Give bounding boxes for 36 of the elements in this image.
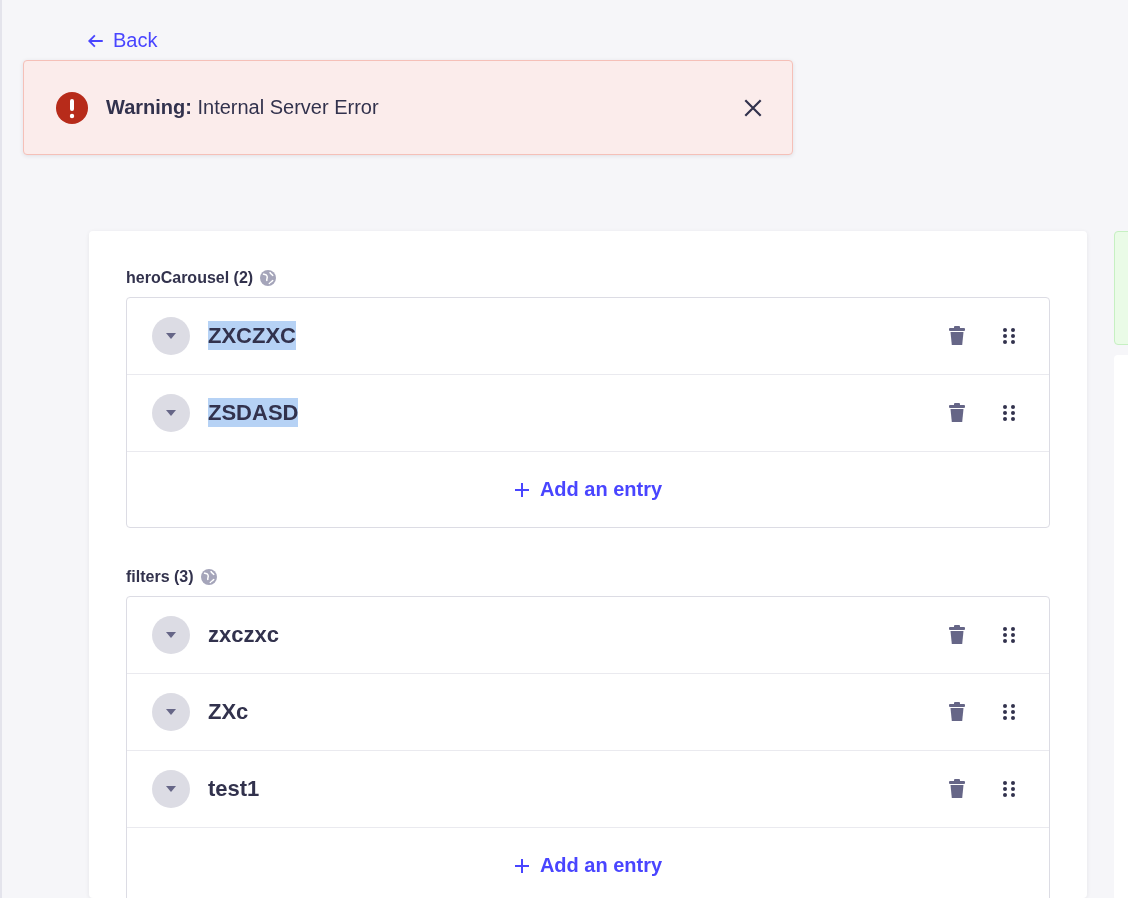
entry-title: test1 (208, 775, 260, 803)
entry-title: ZXCZXC (208, 321, 296, 350)
add-entry-link[interactable]: Add an entry (513, 854, 663, 877)
caret-down-icon (165, 708, 177, 716)
caret-down-icon (165, 631, 177, 639)
expand-button[interactable] (152, 616, 190, 654)
expand-button[interactable] (152, 770, 190, 808)
expand-button[interactable] (152, 394, 190, 432)
caret-down-icon (165, 409, 177, 417)
exclamation-icon (56, 91, 88, 124)
entry-title: ZXc (208, 698, 249, 726)
field-label: filters (3) (126, 568, 194, 586)
expand-button[interactable] (152, 317, 190, 355)
back-link[interactable]: Back (87, 29, 158, 52)
globe-icon (199, 568, 218, 586)
trash-icon (948, 326, 966, 346)
drag-icon (1002, 327, 1016, 345)
expand-button[interactable] (152, 693, 190, 731)
toast-message: Warning: Internal Server Error (106, 96, 380, 119)
trash-icon (948, 702, 966, 722)
plus-icon (513, 857, 530, 874)
drag-icon (1002, 404, 1016, 422)
trash-icon (948, 403, 966, 423)
add-entry-link[interactable]: Add an entry (513, 478, 663, 501)
entry-title: zxczxc (208, 621, 279, 649)
trash-icon (948, 779, 966, 799)
entry-title: ZSDASD (208, 398, 299, 427)
drag-icon (1002, 626, 1016, 644)
trash-icon (948, 625, 966, 645)
drag-icon (1002, 780, 1016, 798)
drag-icon (1002, 703, 1016, 721)
caret-down-icon (165, 332, 177, 340)
caret-down-icon (165, 785, 177, 793)
plus-icon (513, 481, 530, 498)
globe-icon (259, 269, 278, 287)
field-label: heroCarousel (2) (126, 269, 254, 287)
